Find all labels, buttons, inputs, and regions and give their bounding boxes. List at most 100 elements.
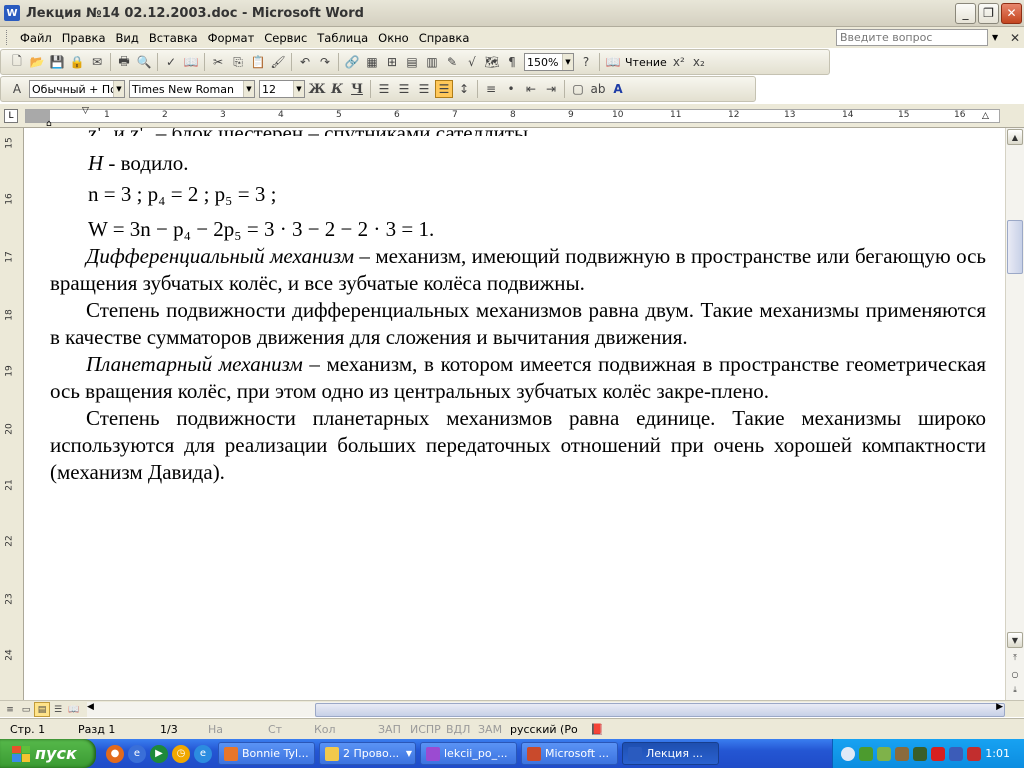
- next-page-icon[interactable]: ⤓: [1007, 682, 1023, 698]
- chevron-down-icon[interactable]: ▼: [562, 54, 573, 70]
- undo-icon[interactable]: ↶: [296, 53, 314, 71]
- save-icon[interactable]: 💾: [48, 53, 66, 71]
- italic-button[interactable]: К: [328, 80, 346, 98]
- close-button[interactable]: ✕: [1001, 2, 1022, 24]
- align-left-icon[interactable]: ☰: [375, 80, 393, 98]
- format-painter-icon[interactable]: 🖌: [269, 53, 287, 71]
- menu-window[interactable]: Окно: [373, 31, 414, 45]
- spelling-icon[interactable]: ✓: [162, 53, 180, 71]
- decrease-indent-icon[interactable]: ⇤: [522, 80, 540, 98]
- status-language[interactable]: русский (Ро: [510, 723, 578, 736]
- highlight-icon[interactable]: ab: [589, 80, 607, 98]
- vertical-scroll-thumb[interactable]: [1007, 220, 1023, 274]
- align-right-icon[interactable]: ☰: [415, 80, 433, 98]
- tray-antivirus-icon[interactable]: [931, 746, 945, 761]
- explorer-icon[interactable]: e: [194, 744, 212, 763]
- scroll-left-icon[interactable]: ◀: [87, 702, 94, 712]
- ie-icon[interactable]: e: [128, 744, 146, 763]
- increase-indent-icon[interactable]: ⇥: [542, 80, 560, 98]
- menu-file[interactable]: Файл: [15, 31, 57, 45]
- chevron-down-icon[interactable]: ▼: [243, 81, 254, 97]
- menu-grip[interactable]: [6, 30, 9, 45]
- menu-table[interactable]: Таблица: [312, 31, 373, 45]
- task-firefox[interactable]: Bonnie Tyl...: [218, 742, 315, 765]
- columns-icon[interactable]: ▥: [423, 53, 441, 71]
- restore-button[interactable]: ❐: [978, 2, 999, 24]
- tray-app-icon[interactable]: [913, 746, 927, 761]
- menu-help[interactable]: Справка: [414, 31, 475, 45]
- ask-dropdown-icon[interactable]: ▼: [992, 33, 1004, 42]
- zoom-select[interactable]: 150% ▼: [524, 53, 574, 71]
- font-color-icon[interactable]: A: [609, 80, 627, 98]
- insert-table-icon[interactable]: ⊞: [383, 53, 401, 71]
- print-icon[interactable]: 🖶: [115, 53, 133, 71]
- horizontal-scroll-thumb[interactable]: [315, 703, 1005, 717]
- chevron-down-icon[interactable]: ▼: [293, 81, 304, 97]
- spelling-status-icon[interactable]: 📕: [590, 723, 604, 736]
- cut-icon[interactable]: ✂: [209, 53, 227, 71]
- status-rec[interactable]: ЗАП: [378, 723, 401, 736]
- subscript-icon[interactable]: x₂: [690, 53, 708, 71]
- bold-button[interactable]: Ж: [308, 80, 326, 98]
- superscript-icon[interactable]: x²: [670, 53, 688, 71]
- horizontal-scrollbar[interactable]: ≡ ▭ ▤ ☰ 📖 ◀ ▶: [0, 700, 1024, 717]
- menu-format[interactable]: Формат: [203, 31, 260, 45]
- firefox-icon[interactable]: ●: [106, 744, 124, 763]
- right-indent-marker-icon[interactable]: △: [982, 111, 989, 121]
- read-mode-icon[interactable]: 📖: [604, 53, 622, 71]
- word-app-icon[interactable]: W: [4, 5, 20, 21]
- help-icon[interactable]: ?: [577, 53, 595, 71]
- outline-view-icon[interactable]: ☰: [50, 702, 66, 717]
- bullets-icon[interactable]: •: [502, 80, 520, 98]
- scroll-down-icon[interactable]: ▼: [1007, 632, 1023, 648]
- clock[interactable]: 1:01: [985, 747, 1010, 760]
- ask-question-input[interactable]: Введите вопрос: [836, 29, 988, 46]
- status-ext[interactable]: ВДЛ: [446, 723, 470, 736]
- tray-language-icon[interactable]: [949, 746, 963, 761]
- tray-icq-icon[interactable]: [859, 746, 873, 761]
- task-word[interactable]: Лекция ...: [622, 742, 719, 765]
- tab-selector[interactable]: L: [4, 109, 18, 123]
- tray-network-icon[interactable]: [877, 746, 891, 761]
- scroll-up-icon[interactable]: ▲: [1007, 129, 1023, 145]
- task-winrar[interactable]: lekcii_po_...: [420, 742, 517, 765]
- previous-page-icon[interactable]: ⤒: [1007, 650, 1023, 666]
- insert-excel-icon[interactable]: ▤: [403, 53, 421, 71]
- hyperlink-icon[interactable]: 🔗: [343, 53, 361, 71]
- chevron-down-icon[interactable]: ▼: [113, 81, 124, 97]
- clock-app-icon[interactable]: ◷: [172, 744, 190, 763]
- read-mode-button[interactable]: Чтение: [623, 56, 669, 69]
- task-powerpoint[interactable]: Microsoft ...: [521, 742, 618, 765]
- underline-button[interactable]: Ч: [348, 80, 366, 98]
- menu-view[interactable]: Вид: [111, 31, 144, 45]
- tray-app-icon[interactable]: [895, 746, 909, 761]
- reading-view-icon[interactable]: 📖: [66, 702, 82, 717]
- justify-icon[interactable]: ☰: [435, 80, 453, 98]
- align-center-icon[interactable]: ☰: [395, 80, 413, 98]
- document-close-icon[interactable]: ✕: [1010, 31, 1024, 45]
- horizontal-ruler[interactable]: L 1 1 2 3 4 5 6 7 8 9 10 11 12 13 14 15 …: [0, 104, 1024, 129]
- new-document-icon[interactable]: 🗋: [8, 53, 26, 71]
- styles-icon[interactable]: A: [8, 80, 26, 98]
- style-select[interactable]: Обычный + По ц ▼: [29, 80, 125, 98]
- borders-icon[interactable]: ▢: [569, 80, 587, 98]
- browse-object-icon[interactable]: ○: [1007, 666, 1023, 682]
- document-map-icon[interactable]: 🗺: [483, 53, 501, 71]
- drawing-icon[interactable]: ✎: [443, 53, 461, 71]
- numbering-icon[interactable]: ≡: [482, 80, 500, 98]
- normal-view-icon[interactable]: ≡: [2, 702, 18, 717]
- media-player-icon[interactable]: ▶: [150, 744, 168, 763]
- vertical-ruler[interactable]: 15 16 17 18 19 20 21 22 23 24: [0, 128, 24, 700]
- tray-security-icon[interactable]: [967, 746, 981, 761]
- horizontal-scroll-track[interactable]: ◀ ▶: [87, 702, 1005, 717]
- start-button[interactable]: пуск: [0, 739, 96, 768]
- tray-expand-icon[interactable]: [841, 746, 855, 761]
- status-ovr[interactable]: ЗАМ: [478, 723, 502, 736]
- research-icon[interactable]: 📖: [182, 53, 200, 71]
- document-body[interactable]: z'₃ и z'₂ – блок шестерен – спутниками с…: [50, 128, 986, 486]
- copy-icon[interactable]: ⎘: [229, 53, 247, 71]
- show-hide-icon[interactable]: ¶: [503, 53, 521, 71]
- scroll-right-icon[interactable]: ▶: [996, 702, 1003, 712]
- first-line-indent-marker-icon[interactable]: ▽: [82, 106, 89, 116]
- paste-icon[interactable]: 📋: [249, 53, 267, 71]
